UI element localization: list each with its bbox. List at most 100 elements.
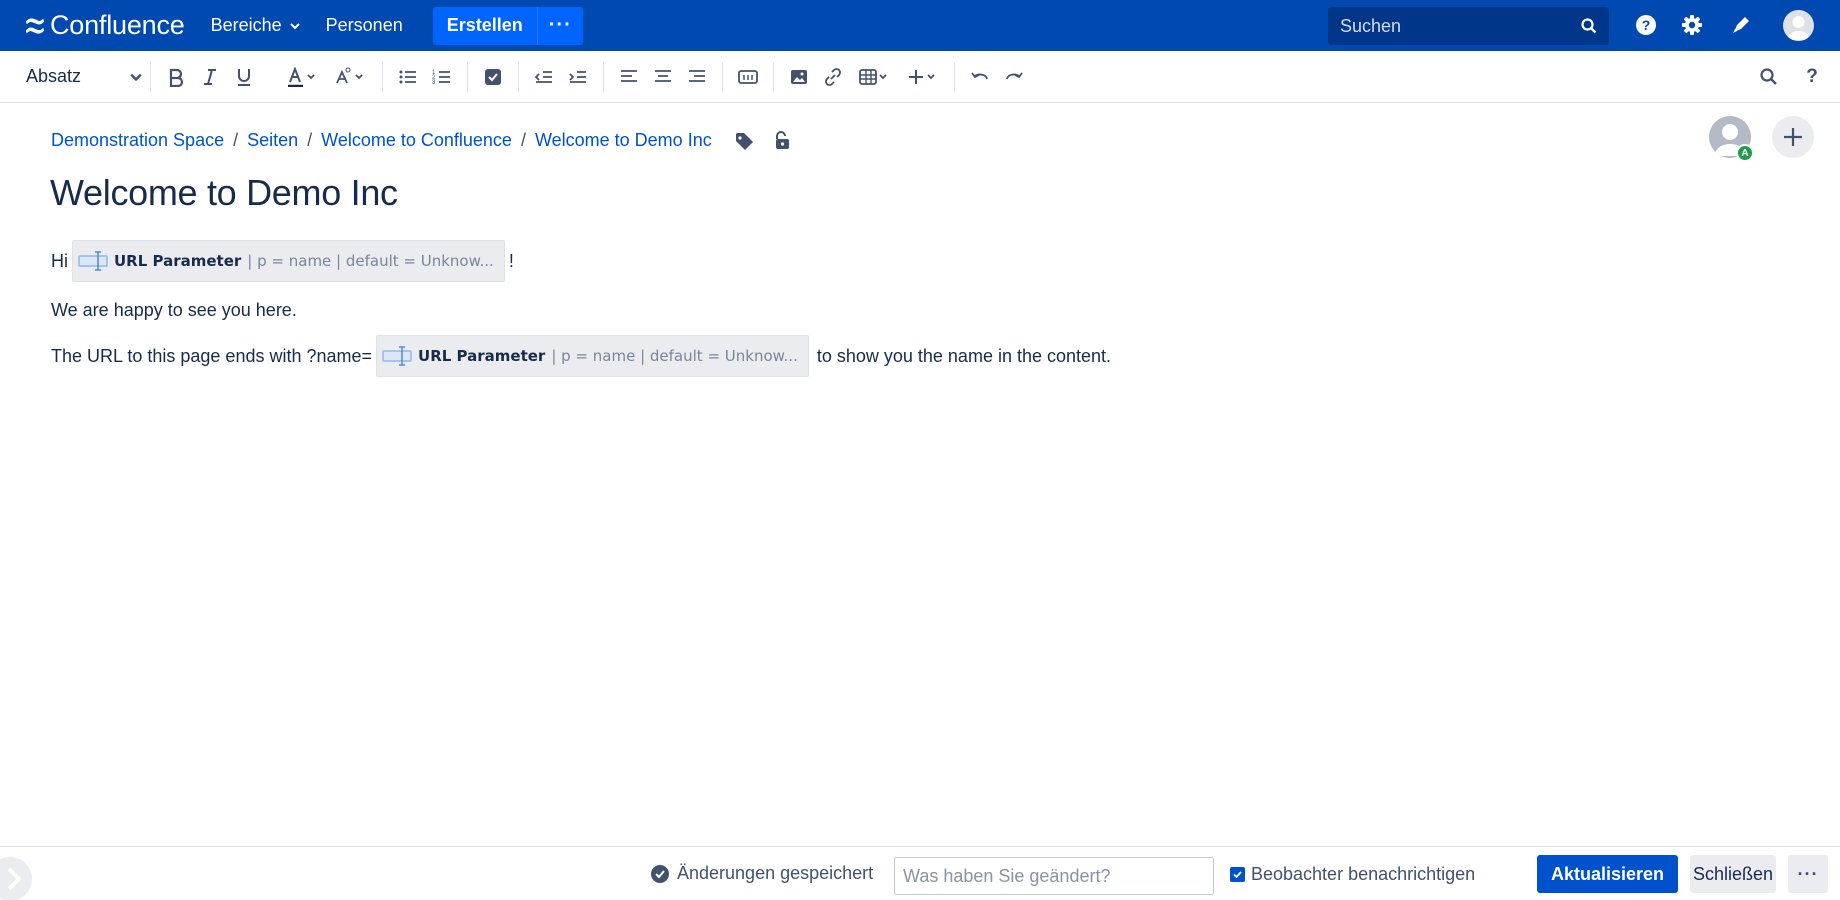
outdent-button[interactable] <box>527 60 561 94</box>
italic-icon <box>204 68 216 85</box>
task-list-button[interactable] <box>476 60 510 94</box>
page-layout-icon <box>738 69 758 84</box>
url-parameter-macro[interactable]: URL Parameter | p = name | default = Unk… <box>72 240 505 282</box>
insert-table-button[interactable] <box>850 60 898 94</box>
breadcrumb: Demonstration Space / Seiten / Welcome t… <box>51 130 792 151</box>
save-status-text: Änderungen gespeichert <box>677 863 874 883</box>
top-navigation: Confluence Bereiche Personen Erstellen ·… <box>0 0 1840 51</box>
confluence-logo[interactable]: Confluence <box>24 10 185 41</box>
greeting-text: Hi <box>51 250 68 271</box>
toolbar-divider <box>773 61 774 92</box>
save-status: Änderungen gespeichert <box>651 863 873 884</box>
text-color-button[interactable] <box>278 60 326 94</box>
text-format-button[interactable] <box>326 60 374 94</box>
indent-icon <box>569 70 586 83</box>
nav-people[interactable]: Personen <box>326 15 403 36</box>
insert-link-button[interactable] <box>816 60 850 94</box>
nav-people-label: Personen <box>325 15 403 35</box>
breadcrumb-separator: / <box>520 130 526 150</box>
page-layout-button[interactable] <box>731 60 765 94</box>
italic-button[interactable] <box>193 60 227 94</box>
toolbar-divider <box>954 61 955 92</box>
svg-text:?: ? <box>1642 17 1651 33</box>
notifications-icon[interactable] <box>1729 13 1753 37</box>
toolbar-divider <box>722 61 723 92</box>
content-line-welcome[interactable]: We are happy to see you here. <box>51 300 297 321</box>
change-comment-input[interactable] <box>894 857 1214 895</box>
paragraph-style-select[interactable]: Absatz <box>26 66 142 87</box>
label-tag-icon[interactable] <box>734 131 754 151</box>
check-circle-icon <box>651 864 669 883</box>
create-button[interactable]: Erstellen <box>432 6 537 45</box>
exclamation-text: ! <box>508 250 514 271</box>
notify-watchers-checkbox[interactable]: Beobachter benachrichtigen <box>1230 864 1475 885</box>
toolbar-divider <box>382 61 383 92</box>
breadcrumb-current[interactable]: Welcome to Demo Inc <box>535 130 712 151</box>
url-hint-text: The URL to this page ends with ?name= <box>51 345 373 366</box>
bold-button[interactable] <box>159 60 193 94</box>
toolbar-divider <box>603 61 604 92</box>
find-button[interactable] <box>1752 60 1786 94</box>
table-icon <box>859 68 887 85</box>
bullet-list-button[interactable] <box>391 60 425 94</box>
page-title[interactable]: Welcome to Demo Inc <box>50 172 398 214</box>
undo-button[interactable] <box>963 60 997 94</box>
nav-spaces-label: Bereiche <box>210 15 282 35</box>
chevron-right-icon <box>7 867 22 891</box>
indent-button[interactable] <box>561 60 595 94</box>
avatar-badge: A <box>1736 144 1754 162</box>
align-right-button[interactable] <box>680 60 714 94</box>
confluence-logo-icon <box>25 17 45 34</box>
help-button[interactable]: ? <box>1795 60 1829 94</box>
close-button[interactable]: Schließen <box>1690 855 1776 893</box>
underline-icon <box>238 68 250 86</box>
breadcrumb-separator: / <box>233 130 239 150</box>
svg-text:3: 3 <box>432 80 436 86</box>
underline-button[interactable] <box>227 60 261 94</box>
search-box[interactable]: Suchen <box>1328 7 1609 45</box>
macro-placeholder-icon <box>78 251 108 271</box>
numbered-list-button[interactable]: 123 <box>425 60 459 94</box>
text-format-icon <box>336 67 363 83</box>
search-icon <box>1760 68 1777 85</box>
numbered-list-icon: 123 <box>432 70 450 86</box>
update-button[interactable]: Aktualisieren <box>1537 855 1678 893</box>
breadcrumb-parent[interactable]: Welcome to Confluence <box>321 130 512 151</box>
notify-watchers-label: Beobachter benachrichtigen <box>1251 864 1476 884</box>
link-icon <box>825 67 841 86</box>
settings-icon[interactable] <box>1680 13 1704 37</box>
plus-icon <box>1784 128 1802 146</box>
search-icon <box>1581 18 1597 34</box>
content-line-url[interactable]: The URL to this page ends with ?name= UR… <box>51 335 1111 377</box>
macro-name: URL Parameter <box>418 347 546 365</box>
url-parameter-macro[interactable]: URL Parameter | p = name | default = Unk… <box>376 335 809 377</box>
toolbar-divider <box>150 61 151 92</box>
nav-spaces[interactable]: Bereiche <box>211 15 300 36</box>
editor-footer: Änderungen gespeichert Beobachter benach… <box>0 846 1840 900</box>
toolbar-divider <box>269 62 270 92</box>
welcome-text: We are happy to see you here. <box>51 300 297 320</box>
outdent-icon <box>534 70 552 83</box>
more-options-button[interactable]: ··· <box>1788 855 1828 893</box>
content-line-greeting[interactable]: Hi URL Parameter | p = name | default = … <box>51 240 514 282</box>
create-more-button[interactable]: ··· <box>536 6 583 45</box>
search-placeholder: Suchen <box>1340 15 1402 36</box>
macro-params: | p = name | default = Unknow... <box>247 252 494 270</box>
editor-toolbar: Absatz 123 ? <box>0 51 1840 103</box>
align-left-button[interactable] <box>612 60 646 94</box>
redo-button[interactable] <box>997 60 1031 94</box>
insert-more-button[interactable] <box>898 60 946 94</box>
align-center-icon <box>655 69 671 82</box>
expand-sidebar-button[interactable] <box>0 857 32 900</box>
insert-image-button[interactable] <box>782 60 816 94</box>
align-left-icon <box>621 69 637 82</box>
align-center-button[interactable] <box>646 60 680 94</box>
add-collaborator-button[interactable] <box>1772 116 1814 158</box>
breadcrumb-pages[interactable]: Seiten <box>247 130 298 151</box>
unlock-icon[interactable] <box>772 130 792 151</box>
user-avatar[interactable] <box>1783 10 1814 41</box>
create-group: Erstellen ··· <box>432 6 583 45</box>
toolbar-divider <box>518 61 519 92</box>
help-icon[interactable]: ? <box>1634 13 1658 37</box>
breadcrumb-space[interactable]: Demonstration Space <box>51 130 224 151</box>
